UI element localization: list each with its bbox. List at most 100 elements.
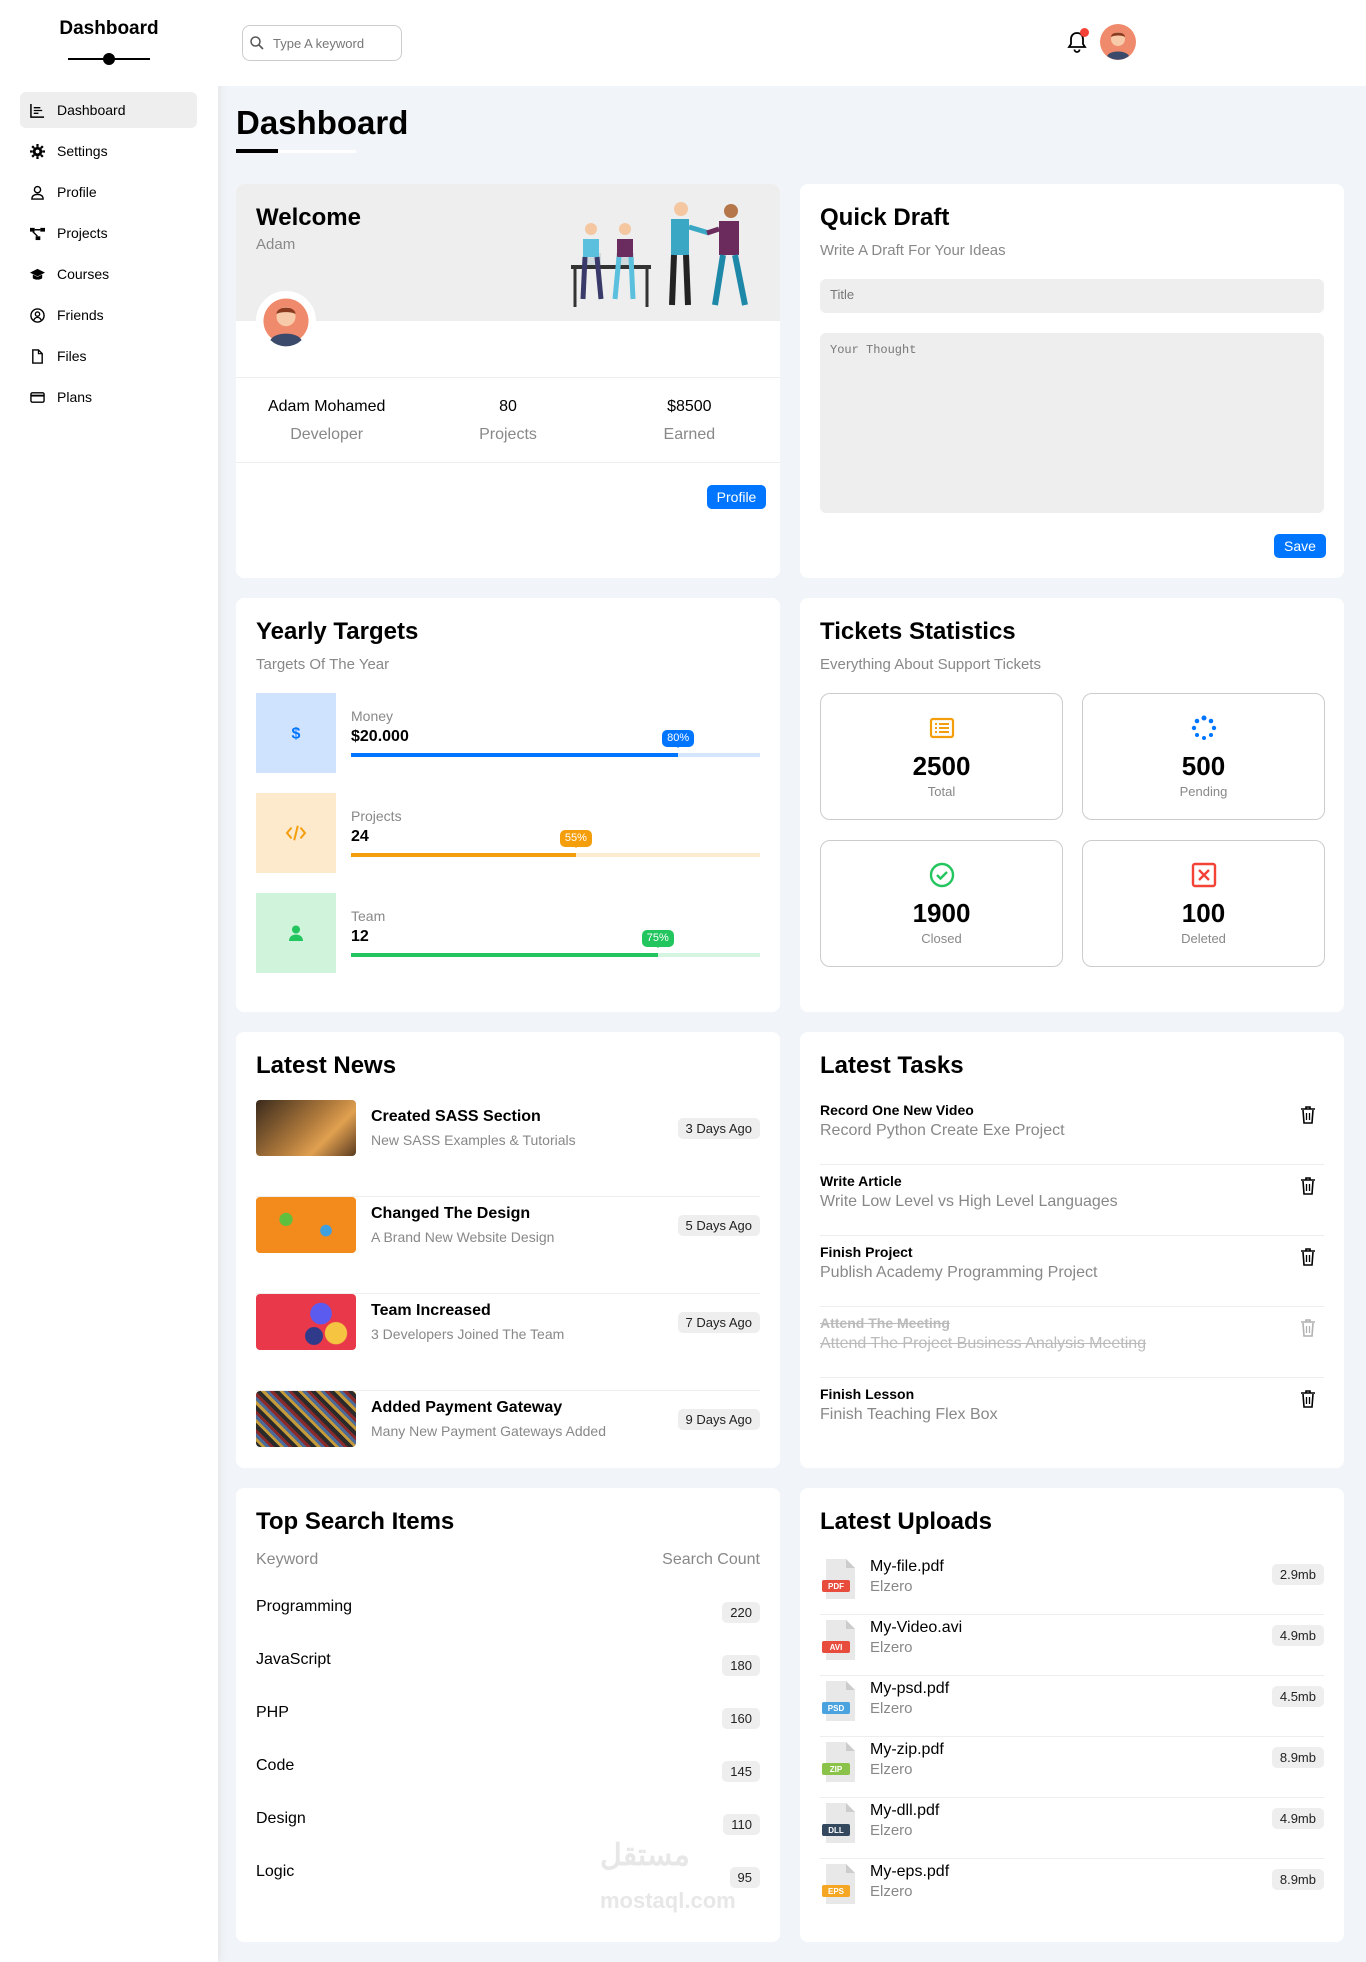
ticket-stat-deleted: 100 Deleted — [1082, 840, 1325, 967]
news-item[interactable]: Added Payment Gateway Many New Payment G… — [256, 1391, 760, 1488]
sidebar-item-settings[interactable]: Settings — [20, 133, 197, 169]
spinner-icon — [1191, 715, 1217, 740]
search-row: JavaScript 180 — [256, 1651, 760, 1704]
top-bar: Type A keyword — [218, 0, 1366, 86]
task-item-done: Attend The Meeting Attend The Project Bu… — [820, 1307, 1324, 1378]
progress-tooltip: 55% — [559, 830, 592, 848]
draft-title: Quick Draft — [820, 204, 950, 231]
trash-icon[interactable] — [1300, 1390, 1316, 1408]
search-row: PHP 160 — [256, 1704, 760, 1757]
file-size: 4.5mb — [1271, 1686, 1324, 1707]
search-keyword: PHP — [256, 1704, 289, 1721]
search-count: 145 — [722, 1761, 760, 1782]
task-desc: Finish Teaching Flex Box — [820, 1406, 998, 1423]
stat-earned: $8500 Earned — [599, 378, 780, 462]
ticket-stat-closed: 1900 Closed — [820, 840, 1063, 967]
sidebar-item-friends[interactable]: Friends — [20, 297, 197, 333]
trash-icon[interactable] — [1300, 1106, 1316, 1124]
search-input[interactable]: Type A keyword — [242, 25, 402, 61]
file-type-label: DLL — [828, 1826, 844, 1835]
news-item-desc: New SASS Examples & Tutorials — [371, 1132, 576, 1148]
task-title: Finish Project — [820, 1244, 913, 1260]
circle-user-icon — [30, 307, 45, 323]
news-item[interactable]: Team Increased 3 Developers Joined The T… — [256, 1294, 760, 1391]
latest-news-card: Latest News Created SASS Section New SAS… — [236, 1032, 780, 1468]
gear-icon — [30, 143, 45, 159]
sidebar-item-label: Dashboard — [57, 102, 126, 118]
file-type-label: PSD — [828, 1704, 845, 1713]
news-thumbnail — [256, 1391, 356, 1447]
count-column-header: Search Count — [662, 1551, 760, 1568]
upload-item[interactable]: AVI My-Video.avi Elzero 4.9mb — [820, 1615, 1324, 1676]
target-label: Projects — [351, 808, 402, 824]
sidebar-item-profile[interactable]: Profile — [20, 174, 197, 210]
sidebar-item-courses[interactable]: Courses — [20, 256, 197, 292]
stat-projects: 80 Projects — [417, 378, 598, 462]
uploads-title: Latest Uploads — [820, 1508, 993, 1535]
sidebar-item-projects[interactable]: Projects — [20, 215, 197, 251]
search-count: 110 — [723, 1814, 760, 1835]
file-author: Elzero — [870, 1822, 913, 1839]
svg-text:$: $ — [292, 726, 301, 743]
progress-fill — [351, 953, 658, 957]
search-count: 160 — [722, 1708, 760, 1729]
file-name: My-Video.avi — [870, 1619, 963, 1636]
progress-bar: 80% — [351, 730, 760, 757]
task-title: Record One New Video — [820, 1102, 974, 1118]
search-count: 95 — [729, 1867, 760, 1888]
sidebar-item-dashboard[interactable]: Dashboard — [20, 92, 197, 128]
search-keyword: Code — [256, 1757, 295, 1774]
avi-file-icon: AVI — [822, 1620, 855, 1660]
progress-fill — [351, 753, 679, 757]
profile-button[interactable]: Profile — [707, 485, 766, 509]
target-icon-box — [256, 893, 336, 973]
brand-divider — [68, 53, 150, 65]
file-name: My-zip.pdf — [870, 1741, 944, 1758]
news-item-title: Team Increased — [371, 1302, 491, 1319]
search-count: 220 — [722, 1602, 760, 1623]
search-items-title: Top Search Items — [256, 1508, 455, 1535]
news-item-title: Created SASS Section — [371, 1108, 541, 1125]
upload-item[interactable]: PDF My-file.pdf Elzero 2.9mb — [820, 1554, 1324, 1615]
save-button[interactable]: Save — [1274, 534, 1326, 558]
close-square-icon — [1191, 862, 1217, 888]
target-label: Team — [351, 908, 386, 924]
ticket-label: Closed — [921, 931, 962, 946]
sidebar-item-label: Projects — [57, 225, 108, 241]
sidebar-nav: Dashboard Settings Profile Projects Cour… — [20, 92, 197, 420]
sidebar-item-label: Files — [57, 348, 87, 364]
trash-icon[interactable] — [1300, 1177, 1316, 1195]
news-thumbnail — [256, 1100, 356, 1156]
upload-item[interactable]: ZIP My-zip.pdf Elzero 8.9mb — [820, 1737, 1324, 1798]
news-age-badge: 9 Days Ago — [677, 1409, 760, 1430]
trash-icon[interactable] — [1300, 1248, 1316, 1266]
news-item[interactable]: Changed The Design A Brand New Website D… — [256, 1197, 760, 1294]
sidebar-item-label: Plans — [57, 389, 93, 405]
file-author: Elzero — [870, 1700, 913, 1717]
yearly-targets-card: Yearly Targets Targets Of The Year $ Mon… — [236, 598, 780, 1012]
file-type-label: EPS — [828, 1887, 845, 1896]
draft-title-input[interactable]: Title — [820, 279, 1324, 313]
page-title-underline — [236, 149, 356, 153]
task-item: Finish Project Publish Academy Programmi… — [820, 1236, 1324, 1307]
task-item: Write Article Write Low Level vs High Le… — [820, 1165, 1324, 1236]
ticket-count: 2500 — [912, 751, 971, 781]
stat-value: $8500 — [667, 398, 712, 415]
sidebar-item-files[interactable]: Files — [20, 338, 197, 374]
targets-subtitle: Targets Of The Year — [256, 656, 390, 673]
file-name: My-dll.pdf — [870, 1802, 940, 1819]
ticket-stat-pending: 500 Pending — [1082, 693, 1325, 820]
progress-tooltip: 75% — [641, 930, 674, 948]
avatar[interactable] — [1100, 24, 1136, 60]
search-placeholder: Type A keyword — [273, 35, 365, 51]
target-projects: Projects 24 55% — [256, 793, 760, 873]
ticket-label: Pending — [1179, 784, 1228, 799]
upload-item[interactable]: EPS My-eps.pdf Elzero 8.9mb — [820, 1859, 1324, 1920]
sidebar-item-plans[interactable]: Plans — [20, 379, 197, 415]
upload-item[interactable]: PSD My-psd.pdf Elzero 4.5mb — [820, 1676, 1324, 1737]
news-item[interactable]: Created SASS Section New SASS Examples &… — [256, 1100, 760, 1197]
welcome-card: Welcome Adam Adam Mohamed Developer 80 Pro… — [236, 184, 780, 578]
trash-icon[interactable] — [1300, 1319, 1316, 1337]
upload-item[interactable]: DLL My-dll.pdf Elzero 4.9mb — [820, 1798, 1324, 1859]
draft-thought-textarea[interactable]: Your Thought — [820, 333, 1324, 513]
